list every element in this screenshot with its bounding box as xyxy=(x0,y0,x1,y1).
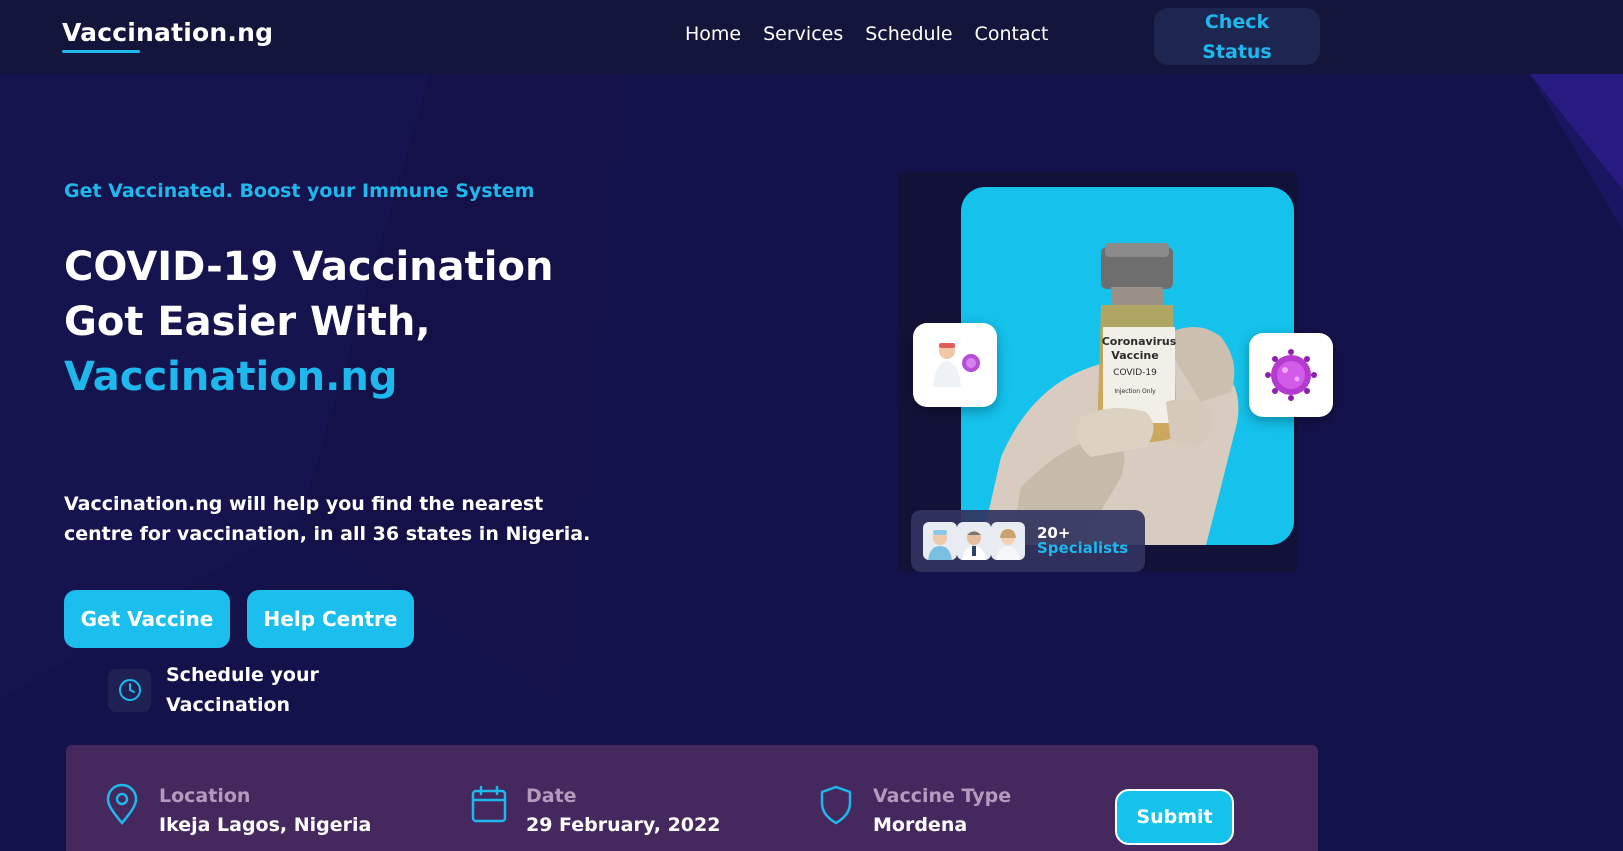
nav-link-home[interactable]: Home xyxy=(685,23,741,45)
brand-logo[interactable]: Vaccination.ng xyxy=(62,18,273,47)
hero-description: Vaccination.ng will help you find the ne… xyxy=(64,493,591,545)
date-value: 29 February, 2022 xyxy=(526,814,721,836)
specialist-avatars xyxy=(923,522,1025,560)
calendar-icon xyxy=(471,785,507,823)
check-status-button[interactable]: Check Status xyxy=(1154,8,1320,65)
virus-icon xyxy=(1265,349,1317,401)
clock-icon xyxy=(108,668,151,712)
avatar xyxy=(957,522,991,560)
nav-link-schedule[interactable]: Schedule xyxy=(865,23,952,45)
vial-label-line-1: Coronavirus xyxy=(1102,335,1177,348)
scientist-card xyxy=(913,323,997,407)
schedule-text: Schedule your Vaccination xyxy=(166,664,319,716)
vaccine-type-field[interactable]: Vaccine Type Mordena xyxy=(816,783,1011,841)
nav-link-contact[interactable]: Contact xyxy=(975,23,1049,45)
headline-line-1: COVID-19 Vaccination xyxy=(64,244,554,290)
specialists-badge: 20+ Specialists xyxy=(911,510,1145,572)
schedule-link[interactable]: Schedule your Vaccination xyxy=(108,660,356,720)
date-field[interactable]: Date 29 February, 2022 xyxy=(469,783,720,841)
booking-form: Location Ikeja Lagos, Nigeria Date 29 Fe… xyxy=(66,745,1318,851)
vaccine-hero-image: Coronavirus Vaccine COVID-19 Injection O… xyxy=(961,187,1294,545)
scientist-icon xyxy=(933,343,980,387)
vaccine-type-label: Vaccine Type xyxy=(873,785,1012,807)
nav-links: Home Services Schedule Contact xyxy=(685,23,1048,45)
background-shapes xyxy=(0,74,1623,700)
virus-card xyxy=(1249,333,1333,417)
headline-accent: Vaccination.ng xyxy=(64,354,398,400)
hero-headline: COVID-19 Vaccination Got Easier With, Va… xyxy=(64,240,624,405)
date-label: Date xyxy=(526,785,577,807)
shield-icon xyxy=(820,785,852,825)
navbar: Vaccination.ng Home Services Schedule Co… xyxy=(0,0,1623,74)
submit-button[interactable]: Submit xyxy=(1115,789,1234,845)
vial-label-line-4: Injection Only xyxy=(1114,388,1156,395)
nav-link-services[interactable]: Services xyxy=(763,23,843,45)
vial-label-line-2: Vaccine xyxy=(1111,349,1158,362)
logo-underline xyxy=(62,50,140,53)
vaccine-type-value: Mordena xyxy=(873,814,968,836)
vial-label-line-3: COVID-19 xyxy=(1113,368,1157,378)
avatar xyxy=(923,522,957,560)
location-field[interactable]: Location Ikeja Lagos, Nigeria xyxy=(102,783,371,841)
avatar xyxy=(991,522,1025,560)
specialists-label: Specialists xyxy=(1037,539,1129,557)
headline-line-2: Got Easier With, xyxy=(64,299,431,345)
location-pin-icon xyxy=(106,783,138,825)
location-value: Ikeja Lagos, Nigeria xyxy=(159,814,372,836)
help-centre-button[interactable]: Help Centre xyxy=(247,590,414,648)
hero-tagline: Get Vaccinated. Boost your Immune System xyxy=(64,180,535,202)
location-label: Location xyxy=(159,785,251,807)
get-vaccine-button[interactable]: Get Vaccine xyxy=(64,590,230,648)
